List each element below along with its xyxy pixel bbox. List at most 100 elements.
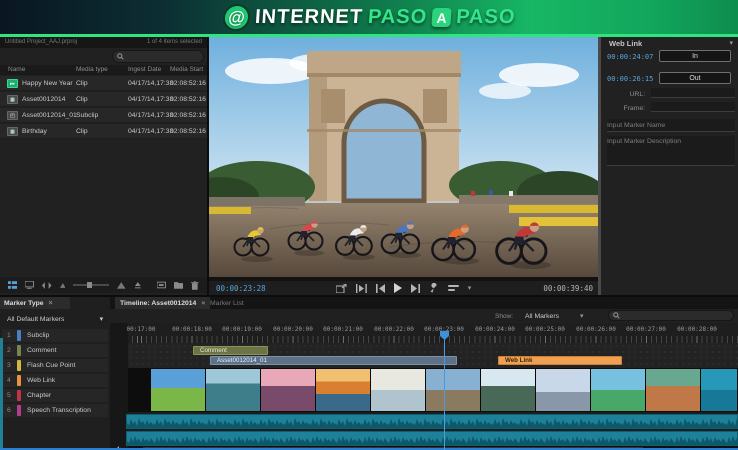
zoom-in-thumb-icon[interactable] [117,281,126,289]
at-logo-icon: @ [221,3,251,31]
icon-view-icon[interactable] [25,281,35,289]
table-row[interactable]: ▦ Birthday Clip 04/17/14,17:33 02:08:52:… [0,124,207,139]
zoom-out-thumb-icon[interactable] [59,282,66,288]
clip-type: Clip [76,96,88,103]
step-back-icon[interactable] [375,283,385,293]
marker-type-title[interactable]: Web Link [609,39,642,48]
project-toolbar [0,277,207,293]
trash-icon[interactable] [191,280,199,290]
list-item[interactable]: 6 Speech Transcription [2,404,108,417]
clip-thumbnail[interactable] [151,369,206,411]
list-item[interactable]: 3 Flash Cue Point [2,359,108,372]
out-timecode[interactable]: 00:00:26:15 [607,75,653,83]
clip-thumbnail[interactable] [481,369,536,411]
timeline-search[interactable] [608,310,734,321]
play-icon[interactable] [393,283,402,293]
item-number: 2 [7,347,11,354]
clip-thumbnail[interactable] [206,369,261,411]
marker-filter-dropdown[interactable]: All Default Markers ▾ [4,313,106,325]
url-input[interactable] [651,88,735,98]
clip-ingest: 04/17/14,17:33 [128,80,174,87]
new-bin-icon[interactable] [173,281,184,289]
clip-thumbnail[interactable] [646,369,701,411]
clip-name: Asset0012014_01 [22,112,77,119]
slider-knob[interactable] [87,282,93,288]
clip-thumbnail[interactable] [591,369,646,411]
audio-track-1[interactable] [126,414,738,429]
timeline-marker-lane[interactable]: Comment Asset0012014_01 Web Link [128,343,738,368]
project-panel: Untitled Project_AAJ.prproj 1 of 4 items… [0,37,207,295]
comment-marker[interactable]: Comment [193,346,268,355]
col-media-start[interactable]: Media Start [170,66,203,73]
col-ingest-date[interactable]: Ingest Date [128,66,161,73]
automate-sequence-icon[interactable] [157,281,166,289]
item-number: 6 [7,407,11,414]
search-input[interactable] [127,53,197,60]
clip-name: Birthday [22,128,47,135]
chevron-down-icon[interactable]: ▾ [729,39,733,47]
clip-type: Clip [76,80,88,87]
list-item[interactable]: 1 Subclip [2,329,108,342]
list-item[interactable]: 2 Comment [2,344,108,357]
item-number: 4 [7,377,11,384]
col-media-type[interactable]: Media type [76,66,108,73]
list-view-icon[interactable] [8,281,18,289]
clip-thumbnail[interactable] [701,369,738,411]
list-item[interactable]: 5 Chapter [2,389,108,402]
table-row[interactable]: ◰ Asset0012014_01 Subclip 04/17/14,17:33… [0,108,207,123]
playhead-line[interactable] [444,333,445,450]
item-label: Chapter [27,392,52,399]
clip-thumbnail[interactable] [536,369,591,411]
out-button[interactable]: Out [659,72,731,84]
list-item[interactable]: 4 Web Link [2,374,108,387]
shuttle-icon[interactable] [42,281,52,289]
timeline-ruler[interactable]: 00:17:00 00:00:18:00 00:00:19:00 00:00:2… [127,323,738,343]
show-label: Show: [495,313,514,320]
export-frame-icon[interactable] [335,283,347,293]
clip-thumbnail[interactable] [316,369,371,411]
clip-type: Subclip [76,112,99,119]
subclip-marker[interactable]: Asset0012014_01 [210,356,457,365]
sort-icon[interactable] [134,281,142,289]
ruler-tick: 00:00:19:00 [222,326,262,333]
table-row[interactable]: ▸▸ Happy New Year Clip 04/17/14,17:33 02… [0,76,207,91]
app-screen: @ INTERNET PASO A PASO Untitled Project_… [0,0,738,450]
show-dropdown[interactable]: All Markers [525,313,559,320]
proxy-toggle-icon[interactable] [447,284,459,292]
marker-name-input[interactable] [607,119,735,132]
clip-thumbnail[interactable] [426,369,481,411]
search-input[interactable] [623,312,723,319]
tab-timeline[interactable]: Timeline: Asset0012014 × [115,297,211,309]
search-icon [613,312,620,319]
table-row[interactable]: ▦ Asset0012014 Clip 04/17/14,17:33 02:08… [0,92,207,107]
settings-wrench-icon[interactable] [429,283,439,293]
video-track[interactable] [128,368,738,412]
chevron-down-icon: ▾ [99,316,103,323]
chevron-down-icon[interactable]: ▾ [580,312,584,320]
close-icon[interactable]: × [49,300,53,307]
clip-icon: ▦ [7,127,18,136]
audio-track-2[interactable] [126,431,738,446]
tab-marker-type[interactable]: Marker Type × [0,297,70,309]
project-titlebar: Untitled Project_AAJ.prproj 1 of 4 items… [0,37,207,48]
weblink-marker[interactable]: Web Link [498,356,622,365]
project-column-headers[interactable]: Name Media type Ingest Date Media Start [0,65,207,75]
thumbnail-zoom-slider[interactable] [73,282,110,288]
clip-thumbnail[interactable] [261,369,316,411]
in-button[interactable]: In [659,50,731,62]
step-forward-icon[interactable] [410,283,420,293]
panel-focus-edge [0,338,3,450]
video-preview[interactable] [209,37,598,277]
chevron-down-icon[interactable]: ▾ [468,284,472,292]
tab-marker-list[interactable]: Marker List [205,297,249,309]
col-name[interactable]: Name [8,66,25,73]
play-in-to-out-icon[interactable] [355,283,367,293]
in-timecode[interactable]: 00:00:24:07 [607,53,653,61]
project-search[interactable] [112,50,204,63]
item-number: 1 [7,332,11,339]
marker-description-input[interactable] [607,136,735,166]
tab-label: Marker Type [4,299,44,307]
ruler-tick: 00:00:28:00 [677,326,717,333]
clip-thumbnail[interactable] [371,369,426,411]
frame-input[interactable] [651,102,735,112]
